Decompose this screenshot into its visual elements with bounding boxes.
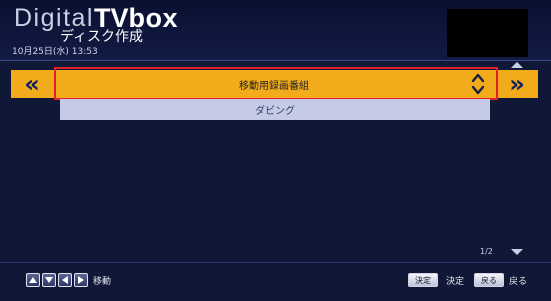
next-arrow-button[interactable]: »: [500, 70, 534, 98]
back-button[interactable]: 戻る: [474, 273, 504, 287]
scroll-up-icon[interactable]: [511, 62, 523, 68]
move-label: 移動: [93, 276, 112, 287]
decide-label: 決定: [446, 277, 465, 287]
left-key-icon: [58, 273, 72, 287]
page-indicator: 1/2: [480, 247, 493, 256]
dropdown-option-dubbing[interactable]: ダビング: [60, 99, 490, 120]
tv-preview-window: [447, 9, 528, 57]
footer-divider: [0, 262, 551, 263]
datetime-text: 10月25日(水) 13:53: [12, 47, 98, 57]
page-title: ディスク作成: [60, 29, 144, 45]
scroll-down-icon[interactable]: [511, 249, 523, 255]
decide-button[interactable]: 決定: [408, 273, 438, 287]
focus-highlight: [54, 67, 498, 100]
header-divider: [0, 60, 551, 61]
prev-arrow-button[interactable]: «: [15, 70, 49, 98]
right-key-icon: [74, 273, 88, 287]
header-bar: Digital TV box ディスク作成 10月25日(水) 13:53: [0, 0, 551, 60]
up-key-icon: [26, 273, 40, 287]
nav-keys-hint: 移動: [26, 273, 111, 287]
back-label: 戻る: [509, 277, 528, 287]
down-key-icon: [42, 273, 56, 287]
